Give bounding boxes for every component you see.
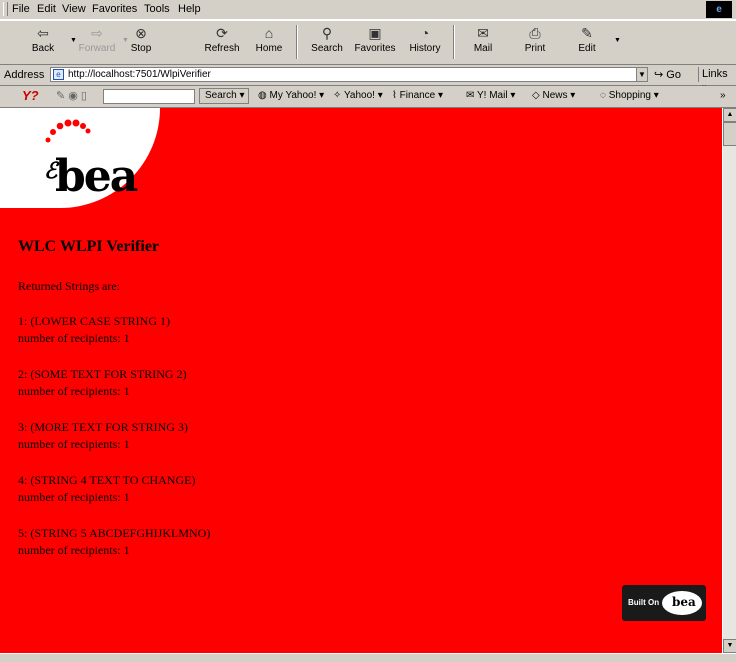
menu-bar: File Edit View Favorites Tools Help e xyxy=(0,0,736,20)
toolbar-separator xyxy=(453,25,455,59)
mail-button[interactable]: ✉ Mail xyxy=(460,23,506,63)
go-label: Go xyxy=(666,69,681,81)
record-string: 2: (SOME TEXT FOR STRING 2) xyxy=(18,367,187,381)
forward-label: Forward xyxy=(78,43,116,54)
record-recipients: number of recipients: 1 xyxy=(18,331,130,345)
page-content: ℰ bea ™ WLC WLPI Verifier Returned Strin… xyxy=(0,108,722,653)
refresh-label: Refresh xyxy=(204,43,240,54)
edit-dropdown-icon[interactable]: ▼ xyxy=(614,37,621,44)
scroll-down-icon[interactable]: ▼ xyxy=(723,639,736,653)
mail-label: Mail xyxy=(473,43,493,54)
print-button[interactable]: ⎙ Print xyxy=(512,23,558,63)
links-button[interactable]: Links » xyxy=(698,67,736,94)
yahoo-logo-icon[interactable]: Y? xyxy=(22,88,39,103)
list-item: 2: (SOME TEXT FOR STRING 2) number of re… xyxy=(18,366,187,400)
menu-favorites[interactable]: Favorites xyxy=(92,3,137,15)
record-recipients: number of recipients: 1 xyxy=(18,543,130,557)
search-button[interactable]: ⚲ Search xyxy=(304,23,350,63)
edit-button[interactable]: ✎ Edit xyxy=(564,23,610,63)
page-icon: e xyxy=(53,69,64,80)
yahoo-link-news[interactable]: ◇ News ▾ xyxy=(532,90,575,101)
list-item: 5: (STRING 5 ABCDEFGHIJKLMNO) number of … xyxy=(18,525,210,559)
print-label: Print xyxy=(524,43,546,54)
history-button[interactable]: ◔ History xyxy=(402,23,448,63)
home-button[interactable]: ⌂ Home xyxy=(246,23,292,63)
built-on-logo-text: bea xyxy=(672,595,696,609)
search-label: Search xyxy=(311,43,343,54)
stop-button[interactable]: ⊗ Stop xyxy=(118,23,164,63)
yahoo-toolbar: Y? ✎ ◉ ▯ Search ▾ ◍ My Yahoo! ▾ ✧ Yahoo!… xyxy=(0,86,736,108)
history-label: History xyxy=(409,43,441,54)
back-button[interactable]: ⇦ Back xyxy=(20,23,66,63)
refresh-icon: ⟳ xyxy=(216,25,228,41)
list-item: 3: (MORE TEXT FOR STRING 3) number of re… xyxy=(18,419,188,453)
home-icon: ⌂ xyxy=(264,25,274,41)
menu-help[interactable]: Help xyxy=(178,3,201,15)
print-icon: ⎙ xyxy=(529,25,541,41)
address-dropdown-icon[interactable]: ▼ xyxy=(636,67,648,82)
record-string: 5: (STRING 5 ABCDEFGHIJKLMNO) xyxy=(18,526,211,540)
menu-grip xyxy=(3,2,8,16)
edit-label: Edit xyxy=(578,43,596,54)
list-item: 4: (STRING 4 TEXT TO CHANGE) number of r… xyxy=(18,472,195,506)
scroll-up-icon[interactable]: ▲ xyxy=(723,108,736,122)
browser-logo-icon: e xyxy=(706,1,732,18)
page-title: WLC WLPI Verifier xyxy=(18,238,160,255)
stop-icon: ⊗ xyxy=(135,25,147,41)
menu-edit[interactable]: Edit xyxy=(37,3,56,15)
address-label: Address xyxy=(4,69,45,81)
vertical-scrollbar[interactable]: ▲ ▼ xyxy=(722,108,736,653)
built-on-bea-badge[interactable]: Built On bea xyxy=(622,585,706,621)
yahoo-tools-icon[interactable]: ✎ ◉ ▯ xyxy=(56,89,87,102)
menu-file[interactable]: File xyxy=(12,3,30,15)
menu-view[interactable]: View xyxy=(62,3,86,15)
favorites-label: Favorites xyxy=(354,43,396,54)
back-label: Back xyxy=(31,43,55,54)
yahoo-link-finance[interactable]: ⌇ Finance ▾ xyxy=(392,90,443,101)
toolbar-separator xyxy=(296,25,298,59)
yahoo-link-mail[interactable]: ✉ Y! Mail ▾ xyxy=(466,90,515,101)
links-label: Links xyxy=(702,68,728,80)
record-string: 1: (LOWER CASE STRING 1) xyxy=(18,314,170,328)
yahoo-link-shopping[interactable]: ◌ Shopping ▾ xyxy=(600,90,659,101)
record-recipients: number of recipients: 1 xyxy=(18,437,130,451)
list-item: 1: (LOWER CASE STRING 1) number of recip… xyxy=(18,313,170,347)
mail-icon: ✉ xyxy=(477,25,489,41)
back-arrow-icon: ⇦ xyxy=(37,25,49,41)
yahoo-search-button[interactable]: Search ▾ xyxy=(199,88,249,104)
standard-toolbar: ⇦ Back ▼ ⇨ Forward ▼ ⊗ Stop ⟳ Refresh ⌂ … xyxy=(0,20,736,65)
favorites-icon: ▣ xyxy=(368,25,382,41)
forward-button[interactable]: ⇨ Forward xyxy=(74,23,120,63)
returned-label: Returned Strings are: xyxy=(18,279,120,293)
trademark-mark: ™ xyxy=(124,170,131,177)
yahoo-search-input[interactable] xyxy=(103,89,195,104)
refresh-button[interactable]: ⟳ Refresh xyxy=(199,23,245,63)
yahoo-more-icon[interactable]: » xyxy=(720,90,726,101)
stop-label: Stop xyxy=(130,43,152,54)
address-input[interactable]: e http://localhost:7501/WlpiVerifier xyxy=(50,67,648,82)
record-string: 3: (MORE TEXT FOR STRING 3) xyxy=(18,420,188,434)
record-string: 4: (STRING 4 TEXT TO CHANGE) xyxy=(18,473,196,487)
home-label: Home xyxy=(255,43,283,54)
address-url: http://localhost:7501/WlpiVerifier xyxy=(68,69,211,80)
favorites-button[interactable]: ▣ Favorites xyxy=(352,23,398,63)
go-button[interactable]: ↪ Go xyxy=(654,68,681,81)
record-recipients: number of recipients: 1 xyxy=(18,384,130,398)
scroll-thumb[interactable] xyxy=(723,122,736,146)
yahoo-link-yahoo[interactable]: ✧ Yahoo! ▾ xyxy=(333,90,383,101)
search-icon: ⚲ xyxy=(321,25,333,41)
record-recipients: number of recipients: 1 xyxy=(18,490,130,504)
edit-icon: ✎ xyxy=(581,25,593,41)
bea-logo-dots-icon xyxy=(45,119,91,143)
forward-arrow-icon: ⇨ xyxy=(91,25,103,41)
built-on-label: Built On xyxy=(628,598,660,607)
address-bar: Address e http://localhost:7501/WlpiVeri… xyxy=(0,65,736,94)
yahoo-link-my-yahoo[interactable]: ◍ My Yahoo! ▾ xyxy=(258,90,324,101)
yahoo-search-label: Search xyxy=(205,90,237,101)
history-icon: ◔ xyxy=(420,25,430,41)
menu-tools[interactable]: Tools xyxy=(144,3,170,15)
